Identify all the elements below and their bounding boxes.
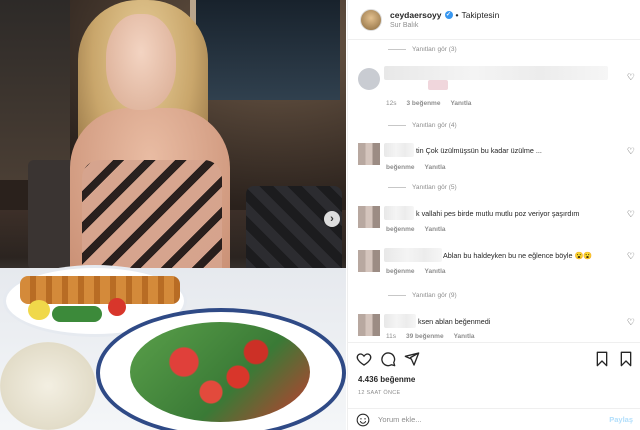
comment-text-blurred [384, 66, 608, 80]
comment-text-blurred [428, 80, 448, 90]
comment-meta: beğenme Yanıtla [386, 226, 446, 233]
view-replies-button[interactable]: Yanıtları gör (9) [388, 292, 457, 299]
fried-fish [20, 276, 180, 304]
comments-list: Yanıtları gör (3) ♡ 12s 3 beğenme Yanıtl… [348, 40, 640, 340]
bookmark-icon[interactable] [618, 351, 634, 367]
comment-text: tin Çok üzülmüşsün bu kadar üzülme ... [416, 146, 542, 155]
share-icon[interactable] [404, 351, 420, 367]
post-photo: › [0, 0, 346, 430]
dress [82, 160, 222, 275]
comment-text: k vallahi pes birde mutlu mutlu poz veri… [416, 209, 580, 218]
emoji-icon[interactable] [356, 413, 370, 427]
action-bar [348, 342, 640, 372]
like-count[interactable]: 4.436 beğenme [358, 375, 415, 384]
view-replies-button[interactable]: Yanıtları gör (5) [388, 184, 457, 191]
divider [388, 125, 406, 126]
view-replies-button[interactable]: Yanıtları gör (4) [388, 122, 457, 129]
avatar[interactable] [358, 250, 380, 272]
comment-meta: beğenme Yanıtla [386, 268, 446, 275]
greens [52, 306, 102, 322]
comment-icon[interactable] [380, 351, 396, 367]
comment-meta: 12s 3 beğenme Yanıtla [386, 100, 472, 107]
heart-icon[interactable]: ♡ [627, 209, 635, 220]
post-comment-button[interactable]: Paylaş [609, 415, 633, 424]
username-blurred [384, 143, 414, 157]
heart-icon[interactable]: ♡ [627, 317, 635, 328]
location[interactable]: Sur Balık [390, 22, 499, 29]
follow-status[interactable]: Takiptesin [462, 10, 500, 20]
comment-meta: beğenme Yanıtla [386, 164, 446, 171]
heart-icon[interactable] [356, 351, 372, 367]
post-time: 12 SAAT ÖNCE [358, 390, 401, 396]
separator-dot: • [455, 10, 459, 20]
face [106, 14, 176, 110]
divider [388, 49, 406, 50]
comment-meta: 11s 39 beğenme Yanıtla [386, 333, 475, 340]
verified-icon: ✓ [444, 11, 453, 19]
avatar[interactable] [358, 206, 380, 228]
post-header: ceydaersoyy ✓ • Takiptesin Sur Balık [348, 0, 640, 40]
comment-text: ksen ablan beğenmedi [418, 317, 491, 326]
heart-icon[interactable]: ♡ [627, 146, 635, 157]
post-side-panel: ceydaersoyy ✓ • Takiptesin Sur Balık Yan… [347, 0, 640, 430]
bookmark-icon[interactable] [594, 351, 610, 367]
avatar[interactable] [360, 8, 382, 31]
avatar[interactable] [358, 68, 380, 90]
view-replies-button[interactable]: Yanıtları gör (3) [388, 46, 457, 53]
comment-input[interactable] [378, 415, 610, 424]
avatar[interactable] [358, 314, 380, 336]
heart-icon[interactable]: ♡ [627, 72, 635, 83]
lemon [28, 300, 50, 320]
divider [388, 295, 406, 296]
soup-bowl [0, 342, 96, 430]
add-comment-bar: Paylaş [348, 408, 640, 430]
username-blurred [384, 314, 416, 328]
salad [130, 322, 310, 422]
username-blurred [384, 248, 442, 262]
window [190, 0, 340, 100]
heart-icon[interactable]: ♡ [627, 251, 635, 262]
window-left [0, 0, 70, 180]
comment-text: Ablan bu haldeyken bu ne eğlence böyle 😮… [443, 251, 593, 260]
divider [388, 187, 406, 188]
username[interactable]: ceydaersoyy [390, 10, 442, 20]
chevron-right-icon[interactable]: › [324, 211, 340, 227]
avatar[interactable] [358, 143, 380, 165]
tomato [108, 298, 126, 316]
username-blurred [384, 206, 414, 220]
